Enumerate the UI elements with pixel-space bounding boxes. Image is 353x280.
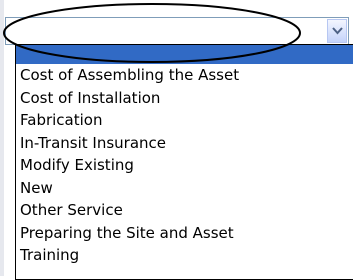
annotation-ellipse — [3, 3, 301, 63]
